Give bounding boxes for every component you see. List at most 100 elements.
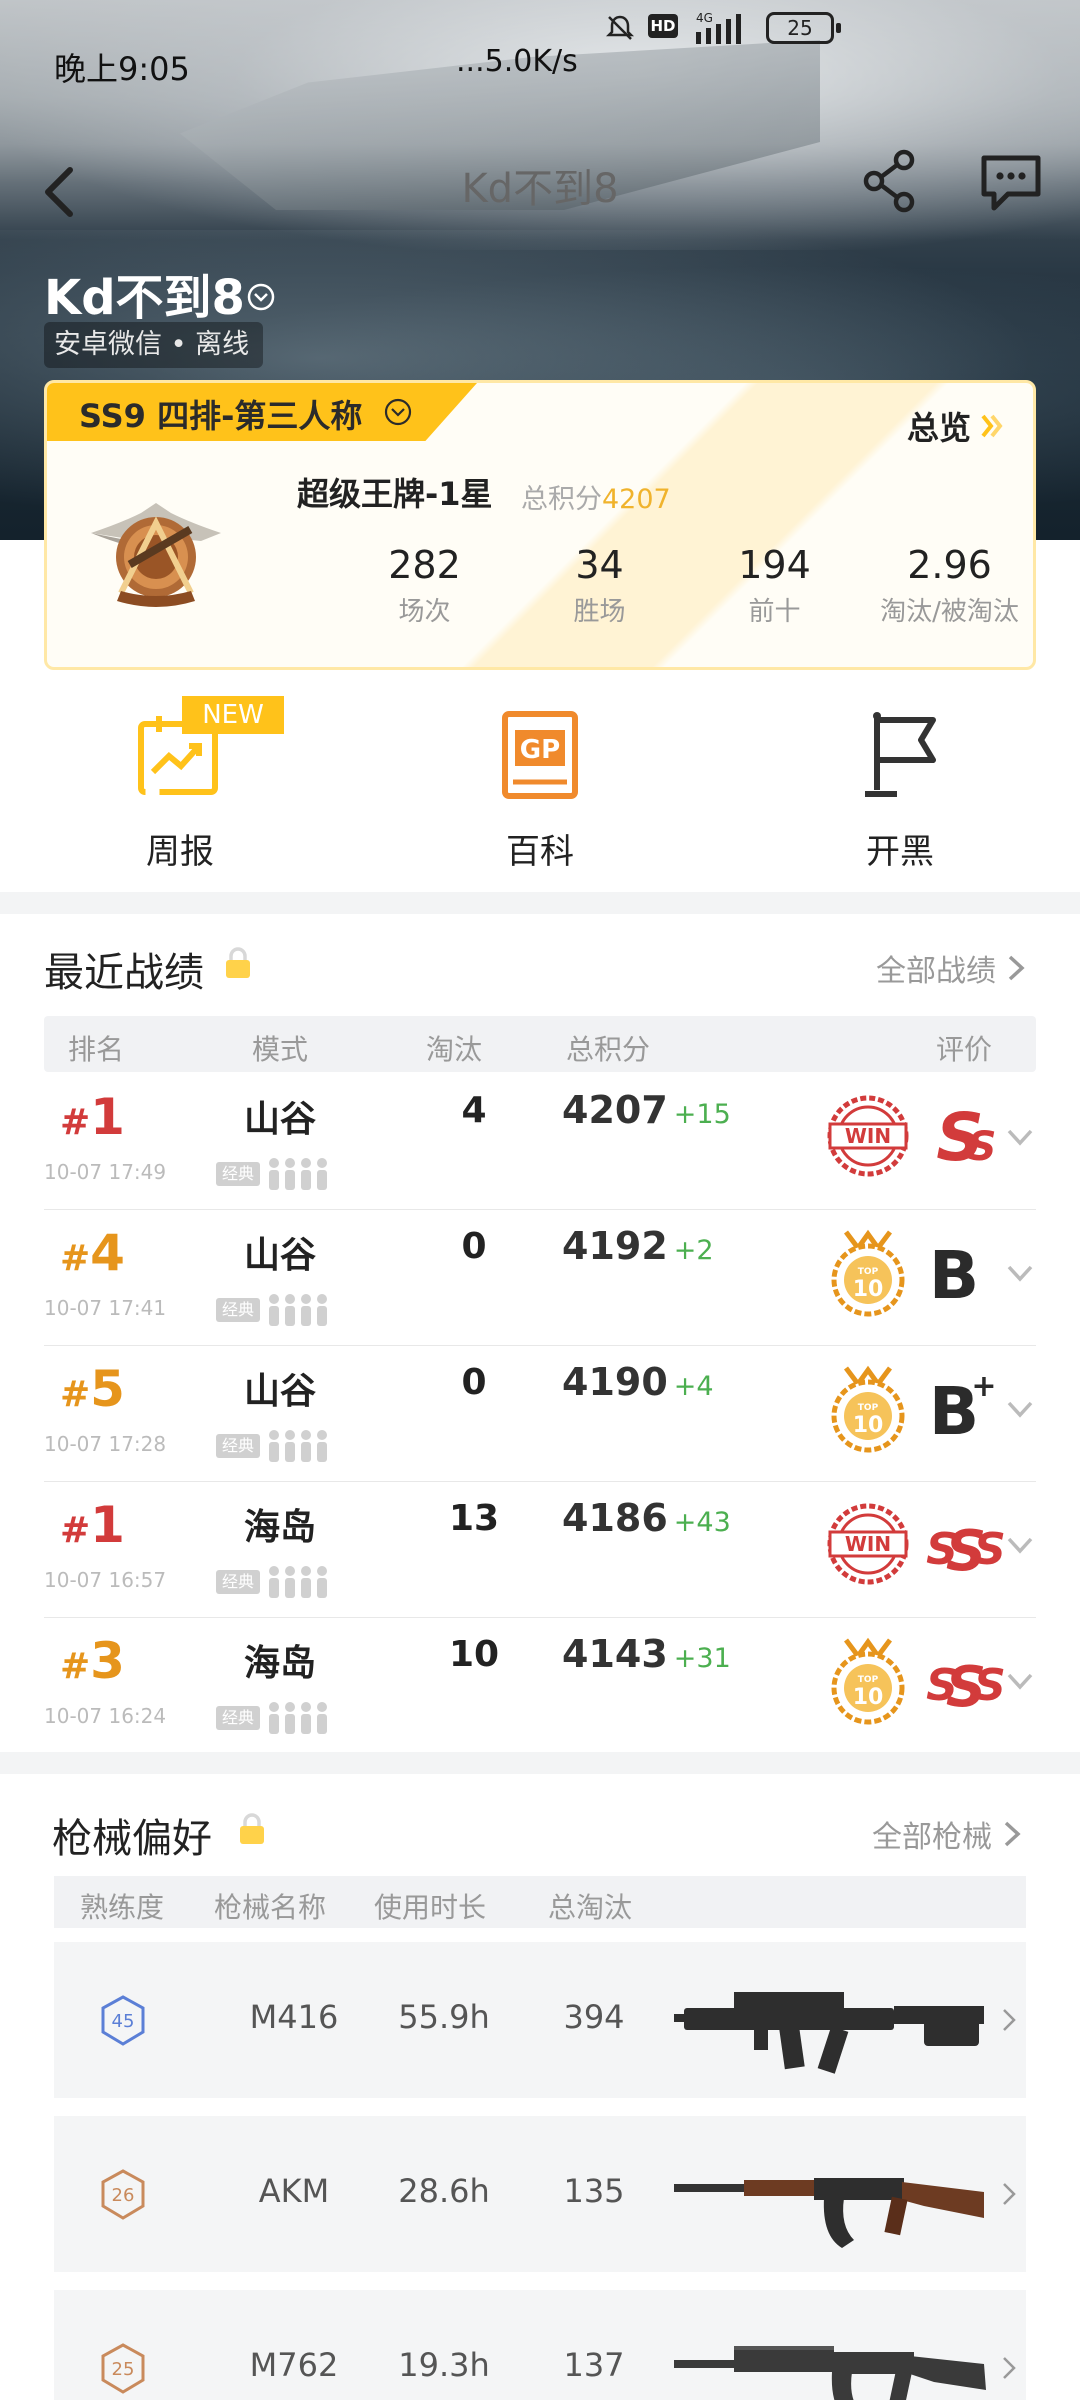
chevron-down-icon[interactable] — [1004, 1258, 1036, 1288]
weapon-total-kills: 137 — [563, 2346, 625, 2384]
grade-icon: SSS — [926, 1655, 1006, 1716]
stat-matches: 282 场次 — [388, 543, 461, 627]
weapon-row[interactable]: 26 AKM 28.6h 135 — [54, 2116, 1026, 2272]
overview-link[interactable]: 总览 — [907, 403, 1007, 449]
quick-action-weekly-report[interactable]: 周报 NEW — [80, 696, 284, 873]
all-matches-link[interactable]: 全部战绩 — [876, 946, 1028, 990]
rank-title: 超级王牌-1星 — [297, 475, 493, 513]
squad-icon — [269, 1158, 327, 1190]
top10-badge-icon: TOP10 — [831, 1637, 905, 1725]
hd-icon: HD — [648, 14, 678, 38]
match-kills: 0 — [461, 1362, 487, 1403]
double-chevron-right-icon — [981, 414, 1003, 438]
svg-text:WIN: WIN — [845, 1532, 891, 1556]
quick-action-label: 周报 — [146, 832, 214, 872]
quick-action-label: 开黑 — [866, 832, 934, 872]
svg-text:4G: 4G — [696, 11, 713, 25]
match-rank: #5 — [60, 1360, 125, 1418]
signal-icon: 4G — [696, 11, 741, 44]
svg-text:TOP: TOP — [858, 1403, 879, 1413]
total-points: 总积分4207 — [521, 484, 671, 515]
match-rank: #1 — [60, 1088, 125, 1146]
chat-message-icon[interactable] — [980, 152, 1042, 214]
grade-icon: SS — [936, 1099, 996, 1172]
share-icon[interactable] — [860, 148, 920, 214]
mastery-level-badge-icon: 45 — [101, 1995, 145, 2046]
svg-text:TOP: TOP — [858, 1675, 879, 1685]
chevron-right-icon — [1008, 955, 1025, 981]
stat-kd: 2.96 淘汰/被淘汰 — [880, 543, 1019, 627]
match-score: 4207 +15 — [562, 1088, 731, 1132]
weapon-total-kills: 394 — [563, 1998, 625, 2036]
section-divider — [0, 892, 1080, 914]
score-delta: +31 — [673, 1643, 731, 1674]
match-score: 4190 +4 — [562, 1360, 714, 1404]
match-mode-tag: 经典 — [216, 1570, 260, 1594]
back-arrow-icon[interactable] — [36, 160, 86, 220]
match-score: 4186 +43 — [562, 1496, 731, 1540]
weapon-table-header: 熟练度 枪械名称 使用时长 总淘汰 — [54, 1876, 1026, 1928]
squad-icon — [269, 1566, 327, 1598]
weapon-row[interactable]: 25 M762 19.3h 137 — [54, 2290, 1026, 2400]
match-mode-tag: 经典 — [216, 1434, 260, 1458]
weapon-m416-image — [674, 1992, 984, 2074]
chevron-down-circle-icon[interactable] — [246, 282, 276, 312]
match-row[interactable]: #5 10-07 17:28 山谷 经典 0 4190 +4 TOP 10 B + — [44, 1346, 1036, 1482]
match-row[interactable]: #3 10-07 16:24 海岛 经典 10 4143 +31 TOP 10 S S S — [44, 1618, 1036, 1754]
match-rank: #3 — [60, 1632, 125, 1690]
weapon-usage-time: 28.6h — [398, 2172, 490, 2210]
chevron-down-icon[interactable] — [1004, 1122, 1036, 1152]
gp-encyclopedia-icon: GP — [502, 711, 578, 799]
win-badge-icon: WIN — [827, 1095, 909, 1177]
quick-action-encyclopedia[interactable]: GP 百科 — [440, 696, 640, 873]
svg-text:10: 10 — [853, 1277, 884, 1302]
player-name[interactable]: Kd不到8 — [44, 258, 245, 328]
match-mode-tag: 经典 — [216, 1298, 260, 1322]
lock-icon — [240, 1813, 264, 1844]
recent-matches-header: 排名 模式 淘汰 总积分 评价 — [44, 1016, 1036, 1072]
season-stats: 282 场次 34 胜场 194 前十 2.96 淘汰/被淘汰 — [337, 543, 1033, 628]
match-row[interactable]: #1 10-07 17:49 山谷 经典 4 4207 +15 WIN S S — [44, 1074, 1036, 1210]
recent-matches-title: 最近战绩 — [44, 950, 204, 996]
section-divider — [0, 1752, 1080, 1774]
chevron-down-icon[interactable] — [1004, 1530, 1036, 1560]
stat-wins: 34 胜场 — [573, 543, 626, 627]
match-kills: 0 — [461, 1226, 487, 1267]
match-mode-tag: 经典 — [216, 1162, 260, 1186]
weapon-preference-title: 枪械偏好 — [52, 1816, 212, 1862]
weapon-name: M762 — [249, 2346, 339, 2384]
svg-text:10: 10 — [853, 1685, 884, 1710]
chevron-down-icon[interactable] — [1004, 1394, 1036, 1424]
match-kills: 4 — [461, 1090, 487, 1131]
new-badge: NEW — [182, 696, 284, 734]
all-weapons-link[interactable]: 全部枪械 — [872, 1812, 1024, 1856]
stat-top10: 194 前十 — [738, 543, 811, 627]
svg-text:B: B — [929, 1237, 979, 1308]
weapon-usage-time: 19.3h — [398, 2346, 490, 2384]
lock-icon — [226, 947, 250, 978]
squad-icon — [269, 1702, 327, 1734]
svg-text:GP: GP — [520, 735, 560, 765]
svg-text:25: 25 — [112, 2359, 135, 2380]
match-score: 4192 +2 — [562, 1224, 714, 1268]
svg-text:45: 45 — [112, 2011, 135, 2032]
season-mode-label[interactable]: SS9 四排-第三人称 — [79, 391, 362, 437]
score-delta: +2 — [673, 1235, 714, 1266]
overview-label[interactable]: 总览 — [907, 403, 971, 449]
squad-icon — [269, 1430, 327, 1462]
season-stats-card: SS9 四排-第三人称 总览 超级王牌-1星 总积分4207 282 场次 34… — [44, 380, 1036, 670]
chevron-down-icon[interactable] — [1004, 1666, 1036, 1696]
status-time: 晚上9:05 — [54, 50, 190, 88]
quick-actions: 周报 NEW GP 百科 开黑 — [0, 696, 1080, 886]
win-badge-icon: WIN — [827, 1503, 909, 1585]
chevron-down-circle-icon[interactable] — [383, 397, 413, 427]
match-row[interactable]: #1 10-07 16:57 海岛 经典 13 4186 +43 WIN S S S — [44, 1482, 1036, 1618]
match-time: 10-07 16:57 — [44, 1568, 167, 1592]
svg-text:WIN: WIN — [845, 1124, 891, 1148]
network-speed: ...5.0K/s — [456, 44, 578, 79]
weapon-row[interactable]: 45 M416 55.9h 394 — [54, 1942, 1026, 2098]
quick-action-team-up[interactable]: 开黑 — [800, 696, 1000, 873]
player-platform-status: 安卓微信 • 离线 — [44, 322, 264, 368]
top10-badge-icon: TOP10 — [831, 1229, 905, 1317]
match-row[interactable]: #4 10-07 17:41 山谷 经典 0 4192 +2 TOP 10 B — [44, 1210, 1036, 1346]
